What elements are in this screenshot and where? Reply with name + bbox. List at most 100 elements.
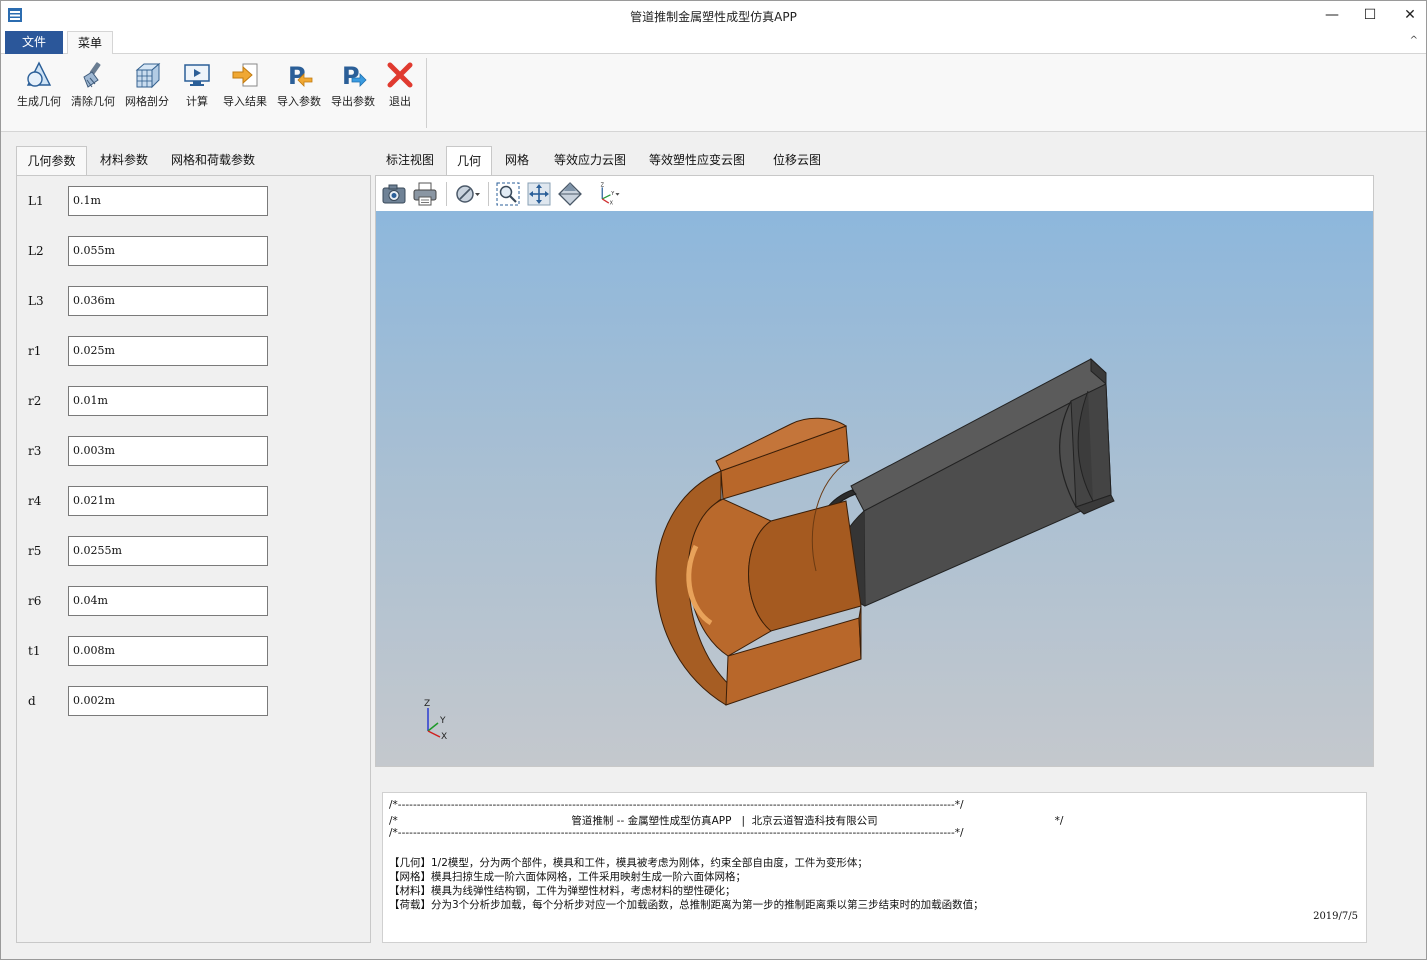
param-row: t1 0.008m <box>17 636 370 666</box>
svg-text:P: P <box>342 62 360 90</box>
ribbon-toolbar: 生成几何 清除几何 网格剖分 计算 导入结果 P 导入参数 P 导出参数 退出 <box>1 54 1426 132</box>
param-label: L3 <box>28 294 44 308</box>
import-results-button[interactable]: 导入结果 <box>221 60 269 120</box>
clear-geometry-label: 清除几何 <box>71 95 115 108</box>
viewer-toolbar: Z Y X <box>376 176 1373 211</box>
window-title: 管道推制金属塑性成型仿真APP <box>630 10 797 24</box>
output-line: 【材料】模具为线弹性结构钢，工件为弹塑性材料，考虑材料的塑性硬化； <box>389 885 736 897</box>
pan-icon[interactable] <box>525 180 553 208</box>
param-row: L2 0.055m <box>17 236 370 266</box>
output-date: 2019/7/5 <box>1313 911 1358 922</box>
generate-geometry-icon <box>26 61 52 87</box>
param-label: d <box>28 694 36 708</box>
param-label: L1 <box>28 194 44 208</box>
camera-icon[interactable] <box>380 180 408 208</box>
tab-mesh[interactable]: 网格 <box>496 146 538 175</box>
import-params-label: 导入参数 <box>277 95 321 108</box>
title-bar: 管道推制金属塑性成型仿真APP — ☐ ✕ <box>1 1 1426 31</box>
display-mode-icon[interactable] <box>453 180 481 208</box>
ribbon-tab-bar: 文件 菜单 ^ <box>1 31 1426 55</box>
compute-label: 计算 <box>186 95 208 108</box>
export-params-button[interactable]: P 导出参数 <box>329 60 377 120</box>
brush-icon <box>83 62 101 88</box>
param-input[interactable]: 0.055m <box>68 236 268 266</box>
param-input[interactable]: 0.1m <box>68 186 268 216</box>
axis-y-label: Y <box>439 716 446 726</box>
param-row: d 0.002m <box>17 686 370 716</box>
output-line: /*--------------------------------------… <box>389 827 964 839</box>
tab-plastic-strain[interactable]: 等效塑性应变云图 <box>643 146 751 175</box>
generate-geometry-label: 生成几何 <box>17 95 61 108</box>
param-input[interactable]: 0.01m <box>68 386 268 416</box>
param-label: r4 <box>28 494 42 508</box>
tab-file[interactable]: 文件 <box>5 31 63 54</box>
param-label: r1 <box>28 344 42 358</box>
axis-triad: Z Y X <box>424 699 447 742</box>
output-line: 【荷载】分为3个分析步加载，每个分析步对应一个加载函数，总推制距离为第一步的推制… <box>389 899 984 911</box>
tab-geometry-params[interactable]: 几何参数 <box>16 146 87 175</box>
tab-material-params[interactable]: 材料参数 <box>91 146 157 175</box>
p-import-icon: P <box>288 62 313 90</box>
param-row: r3 0.003m <box>17 436 370 466</box>
param-label: r5 <box>28 544 42 558</box>
svg-text:X: X <box>610 201 614 207</box>
param-input[interactable]: 0.002m <box>68 686 268 716</box>
exit-label: 退出 <box>389 95 411 108</box>
param-row: L1 0.1m <box>17 186 370 216</box>
tab-equivalent-stress[interactable]: 等效应力云图 <box>547 146 633 175</box>
param-row: r4 0.021m <box>17 486 370 516</box>
compute-button[interactable]: 计算 <box>177 60 217 120</box>
die-model <box>655 417 862 706</box>
mesh-label: 网格剖分 <box>125 95 169 108</box>
print-icon[interactable] <box>411 180 439 208</box>
p-export-icon: P <box>342 62 367 90</box>
param-input[interactable]: 0.036m <box>68 286 268 316</box>
svg-text:Z: Z <box>601 183 605 189</box>
import-params-button[interactable]: P 导入参数 <box>275 60 323 120</box>
output-line: 【几何】1/2模型，分为两个部件，模具和工件，模具被考虑为刚体，约束全部自由度，… <box>389 857 868 869</box>
param-label: L2 <box>28 244 44 258</box>
param-input[interactable]: 0.0255m <box>68 536 268 566</box>
red-x-icon <box>387 62 413 88</box>
geometry-params-panel: L1 0.1m L2 0.055m L3 0.036m r1 0.025m r2… <box>16 175 371 943</box>
output-line: /* 管道推制 -- 金属塑性成型仿真APP | 北京云道智造科技有限公司 */ <box>389 815 1064 827</box>
axis-z-label: Z <box>424 699 430 709</box>
param-input[interactable]: 0.04m <box>68 586 268 616</box>
tab-mesh-load-params[interactable]: 网格和荷载参数 <box>163 146 263 175</box>
import-results-label: 导入结果 <box>223 95 267 108</box>
model-render: Z Y X <box>424 357 1115 742</box>
export-params-label: 导出参数 <box>331 95 375 108</box>
generate-geometry-button[interactable]: 生成几何 <box>15 60 63 120</box>
tab-menu[interactable]: 菜单 <box>67 31 113 55</box>
output-log-panel[interactable]: /*--------------------------------------… <box>382 792 1367 943</box>
axis-x-label: X <box>441 732 447 742</box>
param-input[interactable]: 0.025m <box>68 336 268 366</box>
param-input[interactable]: 0.003m <box>68 436 268 466</box>
exit-button[interactable]: 退出 <box>383 60 417 120</box>
param-input[interactable]: 0.021m <box>68 486 268 516</box>
close-button[interactable]: ✕ <box>1387 1 1427 31</box>
clear-geometry-button[interactable]: 清除几何 <box>69 60 117 120</box>
app-window: 管道推制金属塑性成型仿真APP — ☐ ✕ 文件 菜单 ^ 生成几何 清除几何 <box>0 0 1427 960</box>
param-row: r2 0.01m <box>17 386 370 416</box>
tab-displacement[interactable]: 位移云图 <box>764 146 830 175</box>
rotate-view-icon[interactable] <box>556 180 584 208</box>
output-line: /*--------------------------------------… <box>389 799 964 811</box>
workpiece-model <box>813 357 1115 609</box>
viewer-frame: Z Y X Z Y X <box>375 175 1374 767</box>
output-line: 【网格】模具扫掠生成一阶六面体网格，工件采用映射生成一阶六面体网格； <box>389 871 746 883</box>
param-label: r2 <box>28 394 42 408</box>
param-input[interactable]: 0.008m <box>68 636 268 666</box>
monitor-play-icon <box>184 64 210 86</box>
tab-annotated-view[interactable]: 标注视图 <box>379 146 441 175</box>
zoom-fit-icon[interactable] <box>494 180 522 208</box>
3d-viewport[interactable]: Z Y X <box>376 211 1373 766</box>
tab-geometry[interactable]: 几何 <box>446 146 492 175</box>
import-arrow-icon <box>232 63 258 87</box>
param-label: r3 <box>28 444 42 458</box>
mesh-button[interactable]: 网格剖分 <box>123 60 171 120</box>
toolbar-separator <box>446 182 447 206</box>
ribbon-collapse-icon[interactable]: ^ <box>1410 35 1418 46</box>
param-row: L3 0.036m <box>17 286 370 316</box>
axis-orientation-icon[interactable]: Z Y X <box>594 180 622 208</box>
